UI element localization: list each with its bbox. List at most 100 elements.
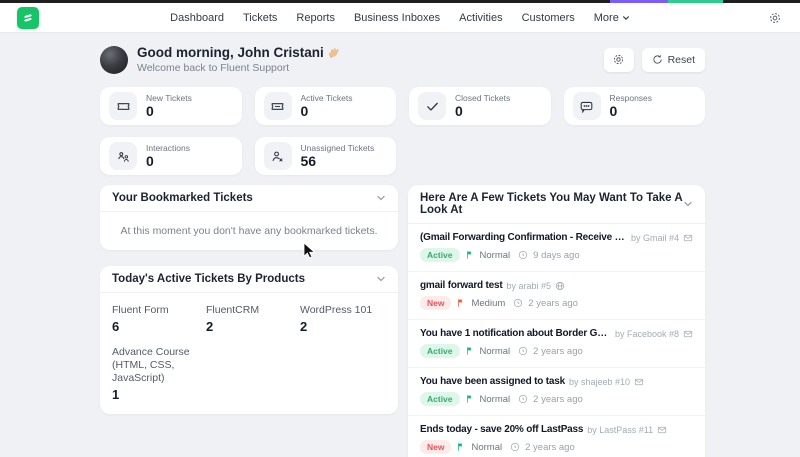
products-panel-header[interactable]: Today's Active Tickets By Products <box>100 266 398 293</box>
ticket-title[interactable]: You have 1 notification about Border Gua… <box>420 328 611 339</box>
product-count: 1 <box>112 387 120 402</box>
nav-activities[interactable]: Activities <box>459 12 502 24</box>
status-badge: New <box>420 296 452 310</box>
ticket-time: 2 years ago <box>533 393 583 405</box>
product-stat-fluentcrm: FluentCRM 2 <box>206 304 292 334</box>
stat-card-new-tickets[interactable]: New Tickets 0 <box>100 87 242 125</box>
suggested-tickets-panel: Here Are A Few Tickets You May Want To T… <box>408 185 705 457</box>
flag-icon <box>465 250 475 260</box>
ticket-row-lastpass-offer[interactable]: Ends today - save 20% off LastPass by La… <box>408 415 705 457</box>
waving-hand-emoji <box>328 47 339 58</box>
fluent-support-logo[interactable] <box>17 7 39 29</box>
stat-value: 0 <box>455 103 463 119</box>
product-count: 2 <box>300 319 308 334</box>
stat-value: 0 <box>300 103 309 119</box>
status-badge: Active <box>420 344 460 358</box>
stat-label: Unassigned Tickets <box>300 143 375 153</box>
chat-icon <box>572 92 601 120</box>
people-swap-icon <box>109 142 137 170</box>
suggested-tickets-title: Here Are A Few Tickets You May Want To T… <box>420 192 683 216</box>
ticket-row-gmail-forward-test[interactable]: gmail forward test by arabi #5 New Mediu… <box>408 271 705 319</box>
flag-icon <box>465 394 475 404</box>
status-badge: New <box>420 440 452 454</box>
stat-card-responses[interactable]: Responses 0 <box>563 87 705 125</box>
products-panel: Today's Active Tickets By Products Fluen… <box>100 266 398 414</box>
ticket-byline: by LastPass #11 <box>587 424 654 435</box>
ticket-title[interactable]: (Gmail Forwarding Confirmation - Receive… <box>420 232 627 243</box>
left-column: Your Bookmarked Tickets At this moment y… <box>100 185 398 414</box>
ticket-time: 9 days ago <box>533 249 580 261</box>
avatar[interactable] <box>100 45 128 74</box>
clock-icon <box>518 346 528 356</box>
ticket-time: 2 years ago <box>528 297 578 309</box>
ticket-title[interactable]: Ends today - save 20% off LastPass <box>420 424 583 435</box>
ticket-active-icon <box>263 92 292 120</box>
envelope-icon <box>683 233 693 243</box>
clock-icon <box>513 298 523 308</box>
product-stat-advance-course: Advance Course (HTML, CSS, JavaScript) 1 <box>112 346 198 402</box>
stat-value: 0 <box>609 103 618 119</box>
products-grid: Fluent Form 6 FluentCRM 2 WordPress 101 … <box>100 293 398 414</box>
stat-label: Active Tickets <box>300 93 353 103</box>
nav-customers[interactable]: Customers <box>522 12 575 24</box>
fluent-support-dashboard: Dashboard Tickets Reports Business Inbox… <box>0 0 800 457</box>
product-name: FluentCRM <box>206 304 260 316</box>
stat-card-active-tickets[interactable]: Active Tickets 0 <box>254 87 396 125</box>
nav-tickets[interactable]: Tickets <box>243 12 277 24</box>
ticket-row-border-guard-notification[interactable]: You have 1 notification about Border Gua… <box>408 319 705 367</box>
nav-dashboard[interactable]: Dashboard <box>170 12 224 24</box>
nav-reports[interactable]: Reports <box>296 12 335 24</box>
clock-icon <box>518 394 528 404</box>
stat-label: Responses <box>609 93 653 103</box>
ticket-title[interactable]: You have been assigned to task <box>420 376 565 387</box>
chevron-down-icon[interactable] <box>376 274 386 284</box>
priority-label: Normal <box>479 249 511 261</box>
tickets-list: (Gmail Forwarding Confirmation - Receive… <box>408 224 705 457</box>
global-settings-gear-icon[interactable] <box>768 10 784 26</box>
nav-more[interactable]: More <box>594 12 630 24</box>
chevron-down-icon[interactable] <box>376 193 386 203</box>
ticket-row-gmail-forwarding[interactable]: (Gmail Forwarding Confirmation - Receive… <box>408 224 705 271</box>
product-name: WordPress 101 <box>300 304 373 316</box>
product-stat-fluent-form: Fluent Form 6 <box>112 304 198 334</box>
suggested-tickets-header[interactable]: Here Are A Few Tickets You May Want To T… <box>408 185 705 224</box>
clock-icon <box>510 442 520 452</box>
nav-more-label: More <box>593 11 619 24</box>
reset-button[interactable]: Reset <box>641 47 705 72</box>
stat-label: New Tickets <box>146 93 192 103</box>
envelope-icon <box>657 425 667 435</box>
progress-segment-green <box>668 0 723 3</box>
bookmarked-tickets-title: Your Bookmarked Tickets <box>112 192 253 204</box>
priority-label: Normal <box>479 345 511 357</box>
dashboard-settings-button[interactable] <box>603 47 634 72</box>
ticket-time: 2 years ago <box>525 441 575 453</box>
stat-label: Interactions <box>146 143 190 153</box>
stat-value: 56 <box>300 153 317 169</box>
ticket-row-assigned-to-task[interactable]: You have been assigned to task by shajee… <box>408 367 705 415</box>
priority-label: Normal <box>471 441 503 453</box>
product-name: Fluent Form <box>112 304 169 316</box>
bookmarked-tickets-header[interactable]: Your Bookmarked Tickets <box>100 185 398 212</box>
ticket-title[interactable]: gmail forward test <box>420 280 503 291</box>
ticket-time: 2 years ago <box>533 345 583 357</box>
panels-row: Your Bookmarked Tickets At this moment y… <box>100 185 705 457</box>
stat-card-unassigned-tickets[interactable]: Unassigned Tickets 56 <box>254 137 396 175</box>
ticket-icon <box>109 92 137 120</box>
greeting-label: Good morning, John Cristani <box>137 45 324 60</box>
main-nav: Dashboard Tickets Reports Business Inbox… <box>170 12 630 24</box>
product-count: 6 <box>112 319 120 334</box>
nav-business-inboxes[interactable]: Business Inboxes <box>354 12 440 24</box>
priority-label: Normal <box>479 393 511 405</box>
greeting-text: Good morning, John Cristani Welcome back… <box>137 45 604 74</box>
refresh-icon <box>652 55 662 64</box>
bookmarked-tickets-panel: Your Bookmarked Tickets At this moment y… <box>100 185 398 250</box>
stat-card-closed-tickets[interactable]: Closed Tickets 0 <box>409 87 551 125</box>
top-navbar: Dashboard Tickets Reports Business Inbox… <box>0 3 800 33</box>
ticket-byline: by arabi #5 <box>506 280 552 291</box>
dashboard-content: Good morning, John Cristani Welcome back… <box>100 33 705 457</box>
chevron-down-icon[interactable] <box>683 199 693 209</box>
greeting-row: Good morning, John Cristani Welcome back… <box>100 45 705 74</box>
clock-icon <box>518 250 528 260</box>
progress-segment-purple <box>610 0 668 3</box>
stat-card-interactions[interactable]: Interactions 0 <box>100 137 242 175</box>
